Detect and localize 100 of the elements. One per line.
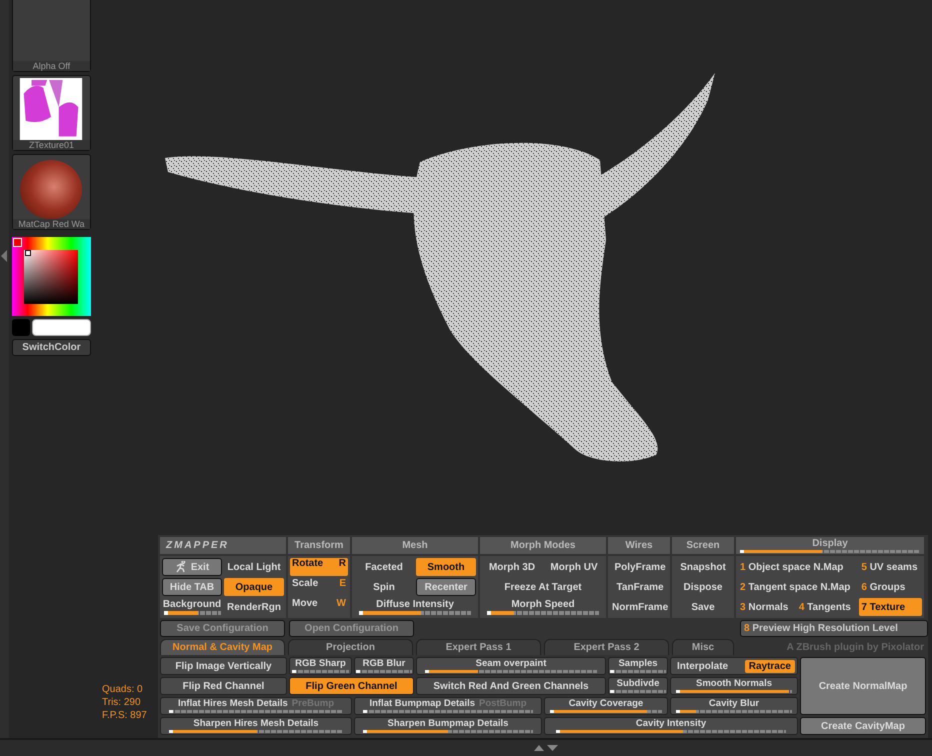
stat-readout: Tris: 290 bbox=[102, 696, 142, 709]
tab[interactable]: Projection bbox=[288, 639, 413, 655]
slider-fill[interactable] bbox=[610, 690, 614, 693]
wire-toggle[interactable]: PolyFrame bbox=[610, 558, 670, 576]
render-region-toggle[interactable]: RenderRgn bbox=[224, 598, 284, 616]
slider-track[interactable] bbox=[486, 611, 600, 615]
slider-fill[interactable] bbox=[356, 670, 360, 673]
slider-track[interactable] bbox=[169, 730, 343, 733]
display-toggle[interactable]: 3 Normals bbox=[738, 598, 795, 616]
section-header: Screen bbox=[672, 537, 734, 554]
wire-toggle[interactable]: TanFrame bbox=[610, 578, 670, 596]
display-toggle[interactable]: 5 UV seams bbox=[859, 558, 922, 576]
channel-toggle[interactable]: Flip Green Channel bbox=[289, 677, 414, 695]
slider-track[interactable] bbox=[362, 710, 534, 713]
section-title: Display bbox=[812, 538, 848, 548]
morph-toggle[interactable]: Morph UV bbox=[544, 558, 604, 576]
tab[interactable]: Misc bbox=[672, 639, 734, 655]
slider-track[interactable] bbox=[362, 730, 534, 733]
slider-label: Samples bbox=[618, 659, 658, 669]
material-label: MatCap Red Wa bbox=[12, 219, 90, 229]
slider-label: Sharpen Bumpmap Details bbox=[388, 719, 508, 729]
primary-color-swatch[interactable] bbox=[12, 319, 30, 336]
slider-fill[interactable] bbox=[169, 710, 173, 713]
slider-label: Smooth Normals bbox=[696, 679, 772, 689]
slider-label: RGB Sharp bbox=[295, 659, 346, 669]
display-toggle[interactable]: 7 Texture bbox=[859, 598, 922, 616]
opaque-toggle[interactable]: Opaque bbox=[224, 578, 284, 596]
section-header: Wires bbox=[608, 537, 670, 554]
slider-fill[interactable] bbox=[292, 670, 296, 673]
slider-track[interactable] bbox=[164, 611, 220, 615]
slider-fill[interactable] bbox=[169, 730, 256, 733]
zmapper-logo: ZMAPPER bbox=[160, 537, 286, 554]
secondary-color-swatch[interactable] bbox=[32, 319, 91, 336]
slider-track[interactable] bbox=[358, 611, 472, 615]
spin-button[interactable]: Spin bbox=[354, 578, 414, 596]
slider-track[interactable] bbox=[556, 730, 786, 733]
slider-label: Cavity Intensity bbox=[636, 719, 706, 729]
tab[interactable]: Expert Pass 1 bbox=[416, 639, 541, 655]
screen-button[interactable]: Save bbox=[674, 598, 732, 616]
slider-label: RGB Blur bbox=[362, 659, 406, 669]
switch-color-button[interactable]: SwitchColor bbox=[12, 339, 91, 356]
texture-thumbnail bbox=[19, 78, 84, 140]
section-header: Mesh bbox=[352, 537, 478, 554]
alpha-slot[interactable]: Alpha Off bbox=[12, 0, 91, 72]
preview-toggle[interactable]: 8 Preview High Resolution Level bbox=[740, 620, 928, 637]
display-toggle[interactable]: 6 Groups bbox=[859, 578, 922, 596]
screen-button[interactable]: Snapshot bbox=[674, 558, 732, 576]
collapse-arrow-icon[interactable] bbox=[0, 250, 8, 262]
freeze-button[interactable]: Freeze At Target bbox=[482, 578, 604, 596]
local-light-toggle[interactable]: Local Light bbox=[224, 558, 284, 576]
transform-toggle[interactable]: Scale E bbox=[290, 578, 348, 596]
texture-slot[interactable]: ZTexture01 bbox=[12, 75, 91, 151]
slider-label: Morph Speed bbox=[511, 599, 575, 610]
slider-fill[interactable] bbox=[676, 710, 696, 713]
texture-label: ZTexture01 bbox=[12, 140, 90, 150]
slider-label: Diffuse Intensity bbox=[376, 599, 454, 610]
color-picker[interactable] bbox=[12, 237, 91, 316]
wire-toggle[interactable]: NormFrame bbox=[610, 598, 670, 616]
morph-toggle[interactable]: Morph 3D bbox=[482, 558, 542, 576]
slider-fill[interactable] bbox=[610, 670, 614, 673]
section-header: Transform bbox=[288, 537, 350, 554]
channel-toggle[interactable]: Switch Red And Green Channels bbox=[416, 677, 606, 695]
slider-fill[interactable] bbox=[358, 611, 421, 615]
screen-button[interactable]: Dispose bbox=[674, 578, 732, 596]
slider-track[interactable] bbox=[676, 710, 792, 713]
slider-track[interactable] bbox=[610, 690, 666, 693]
scroll-arrows-icon[interactable] bbox=[533, 744, 559, 752]
slider-fill[interactable] bbox=[556, 730, 683, 733]
slider-label: Background bbox=[162, 599, 222, 610]
mode-option[interactable]: Interpolate bbox=[673, 660, 732, 672]
transform-toggle[interactable]: Move W bbox=[290, 598, 348, 616]
smooth-toggle[interactable]: Smooth bbox=[416, 558, 476, 576]
display-toggle[interactable]: 4 Tangents bbox=[796, 598, 858, 616]
slider-fill[interactable] bbox=[362, 730, 448, 733]
slider-fill[interactable] bbox=[164, 611, 198, 615]
slider-fill[interactable] bbox=[740, 550, 822, 552]
display-toggle[interactable]: 1 Object space N.Map bbox=[738, 558, 858, 576]
section-header: Morph Modes bbox=[480, 537, 606, 554]
transform-toggle[interactable]: Rotate R bbox=[290, 558, 348, 576]
display-toggle[interactable]: 2 Tangent space N.Map bbox=[738, 578, 858, 596]
slider-fill[interactable] bbox=[486, 611, 514, 615]
slider-label: Sharpen Hires Mesh Details bbox=[193, 719, 319, 729]
slider-track[interactable] bbox=[169, 710, 343, 713]
slider-fill[interactable] bbox=[362, 710, 367, 713]
running-figure-icon bbox=[174, 561, 187, 573]
alpha-label: Alpha Off bbox=[12, 61, 90, 71]
slider-track[interactable] bbox=[292, 670, 350, 673]
tab[interactable]: Expert Pass 2 bbox=[544, 639, 669, 655]
channel-toggle[interactable]: Flip Red Channel bbox=[160, 677, 287, 695]
slider-fill[interactable] bbox=[424, 670, 478, 673]
slider-label: Seam overpaint bbox=[476, 659, 546, 669]
mode-option[interactable]: Raytrace bbox=[744, 660, 795, 672]
material-slot[interactable]: MatCap Red Wa bbox=[12, 154, 91, 230]
slider-track[interactable] bbox=[424, 670, 598, 673]
stat-readout: Quads: 0 bbox=[102, 683, 144, 696]
channel-toggle[interactable]: Flip Image Vertically bbox=[160, 657, 287, 675]
faceted-toggle[interactable]: Faceted bbox=[354, 558, 414, 576]
slider-track[interactable] bbox=[610, 670, 666, 673]
slider-label: Cavity Blur bbox=[708, 699, 760, 709]
slider-track[interactable] bbox=[356, 670, 412, 673]
